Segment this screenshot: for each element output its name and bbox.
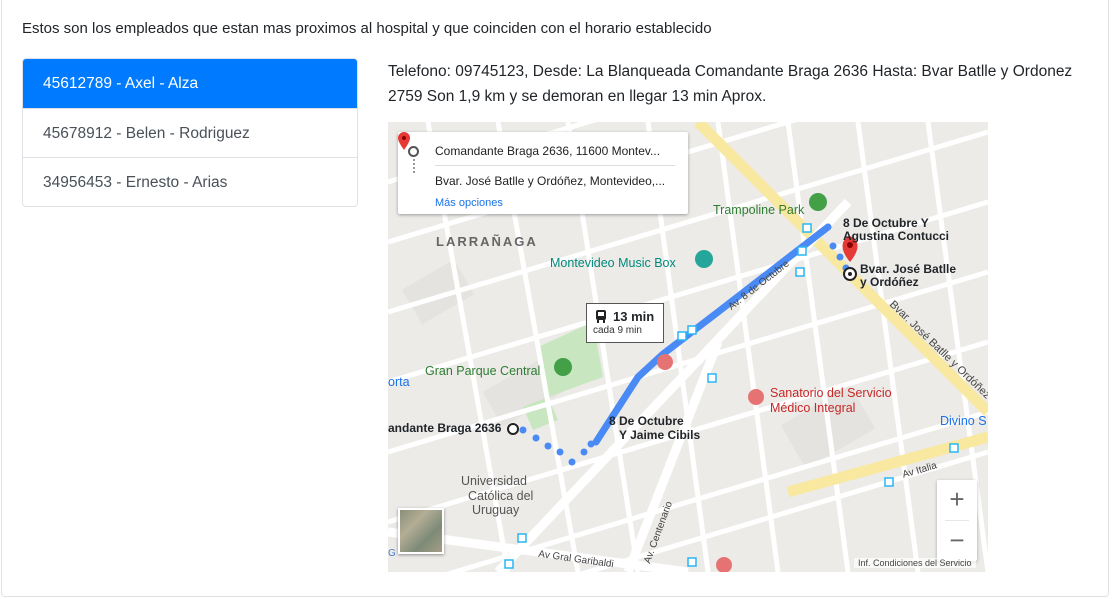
employee-detail-text: Telefono: 09745123, Desde: La Blanqueada…: [388, 63, 1073, 105]
map-footer[interactable]: Inf. Condiciones del Servicio: [854, 558, 976, 568]
map-label-stop-2b: Y Jaime Cibils: [619, 428, 701, 442]
map-label-universidad-1: Universidad: [461, 474, 528, 488]
transit-frequency: cada 9 min: [593, 325, 642, 336]
zoom-in-button[interactable]: +: [937, 480, 977, 520]
map-label-trampoline: Trampoline Park: [713, 203, 805, 217]
map-label-sanatorio-2: Médico Integral: [770, 401, 856, 415]
map-label-parque: Gran Parque Central: [425, 364, 541, 378]
employee-item-1[interactable]: 45612789 - Axel - Alza: [23, 59, 357, 108]
map-label-larranaga: LARRAÑAGA: [436, 234, 538, 249]
employee-item-2[interactable]: 45678912 - Belen - Rodriguez: [23, 108, 357, 157]
bus-icon: [596, 310, 606, 323]
transit-time-box: 13 min cada 9 min: [586, 303, 664, 343]
map-label-music-box: Montevideo Music Box: [550, 256, 676, 270]
zoom-control: + −: [937, 480, 977, 561]
map-label-stop-1b: Agustina Contucci: [843, 229, 950, 243]
more-options-link[interactable]: Más opciones: [435, 197, 503, 209]
route-dots-icon: [413, 159, 416, 173]
map-label-stop-1a: 8 De Octubre Y: [843, 216, 929, 230]
map-label-dest-b: y Ordóñez: [860, 275, 919, 289]
map-label-origin: andante Braga 2636: [388, 421, 502, 435]
zoom-out-button[interactable]: −: [937, 521, 977, 561]
satellite-toggle[interactable]: [398, 508, 444, 554]
destination-text[interactable]: Bvar. José Batlle y Ordóñez, Montevideo,…: [435, 174, 665, 188]
map-label-universidad-2: Católica del: [468, 489, 534, 503]
origin-text[interactable]: Comandante Braga 2636, 11600 Montev...: [435, 144, 660, 158]
google-logo: G: [388, 548, 396, 559]
map-label-universidad-3: Uruguay: [472, 503, 520, 517]
directions-box: Comandante Braga 2636, 11600 Montev... B…: [398, 132, 688, 214]
map-label-orta: orta: [388, 375, 410, 389]
map-label-sanatorio-1: Sanatorio del Servicio: [770, 386, 892, 400]
directions-divider: [435, 165, 675, 166]
destination-pin-icon: [398, 132, 410, 150]
employee-item-3[interactable]: 34956453 - Ernesto - Arias: [23, 157, 357, 206]
employee-list: 45612789 - Axel - Alza 45678912 - Belen …: [22, 58, 358, 207]
transit-time: 13 min: [613, 309, 655, 324]
map-label-dest-a: Bvar. José Batlle: [860, 262, 957, 276]
route-map[interactable]: Comandante Braga 2636, 11600 Montev... B…: [388, 122, 988, 572]
map-label-stop-2a: 8 De Octubre: [609, 414, 684, 428]
map-label-divino: Divino S: [940, 414, 987, 428]
intro-text: Estos son los empleados que estan mas pr…: [22, 20, 712, 37]
